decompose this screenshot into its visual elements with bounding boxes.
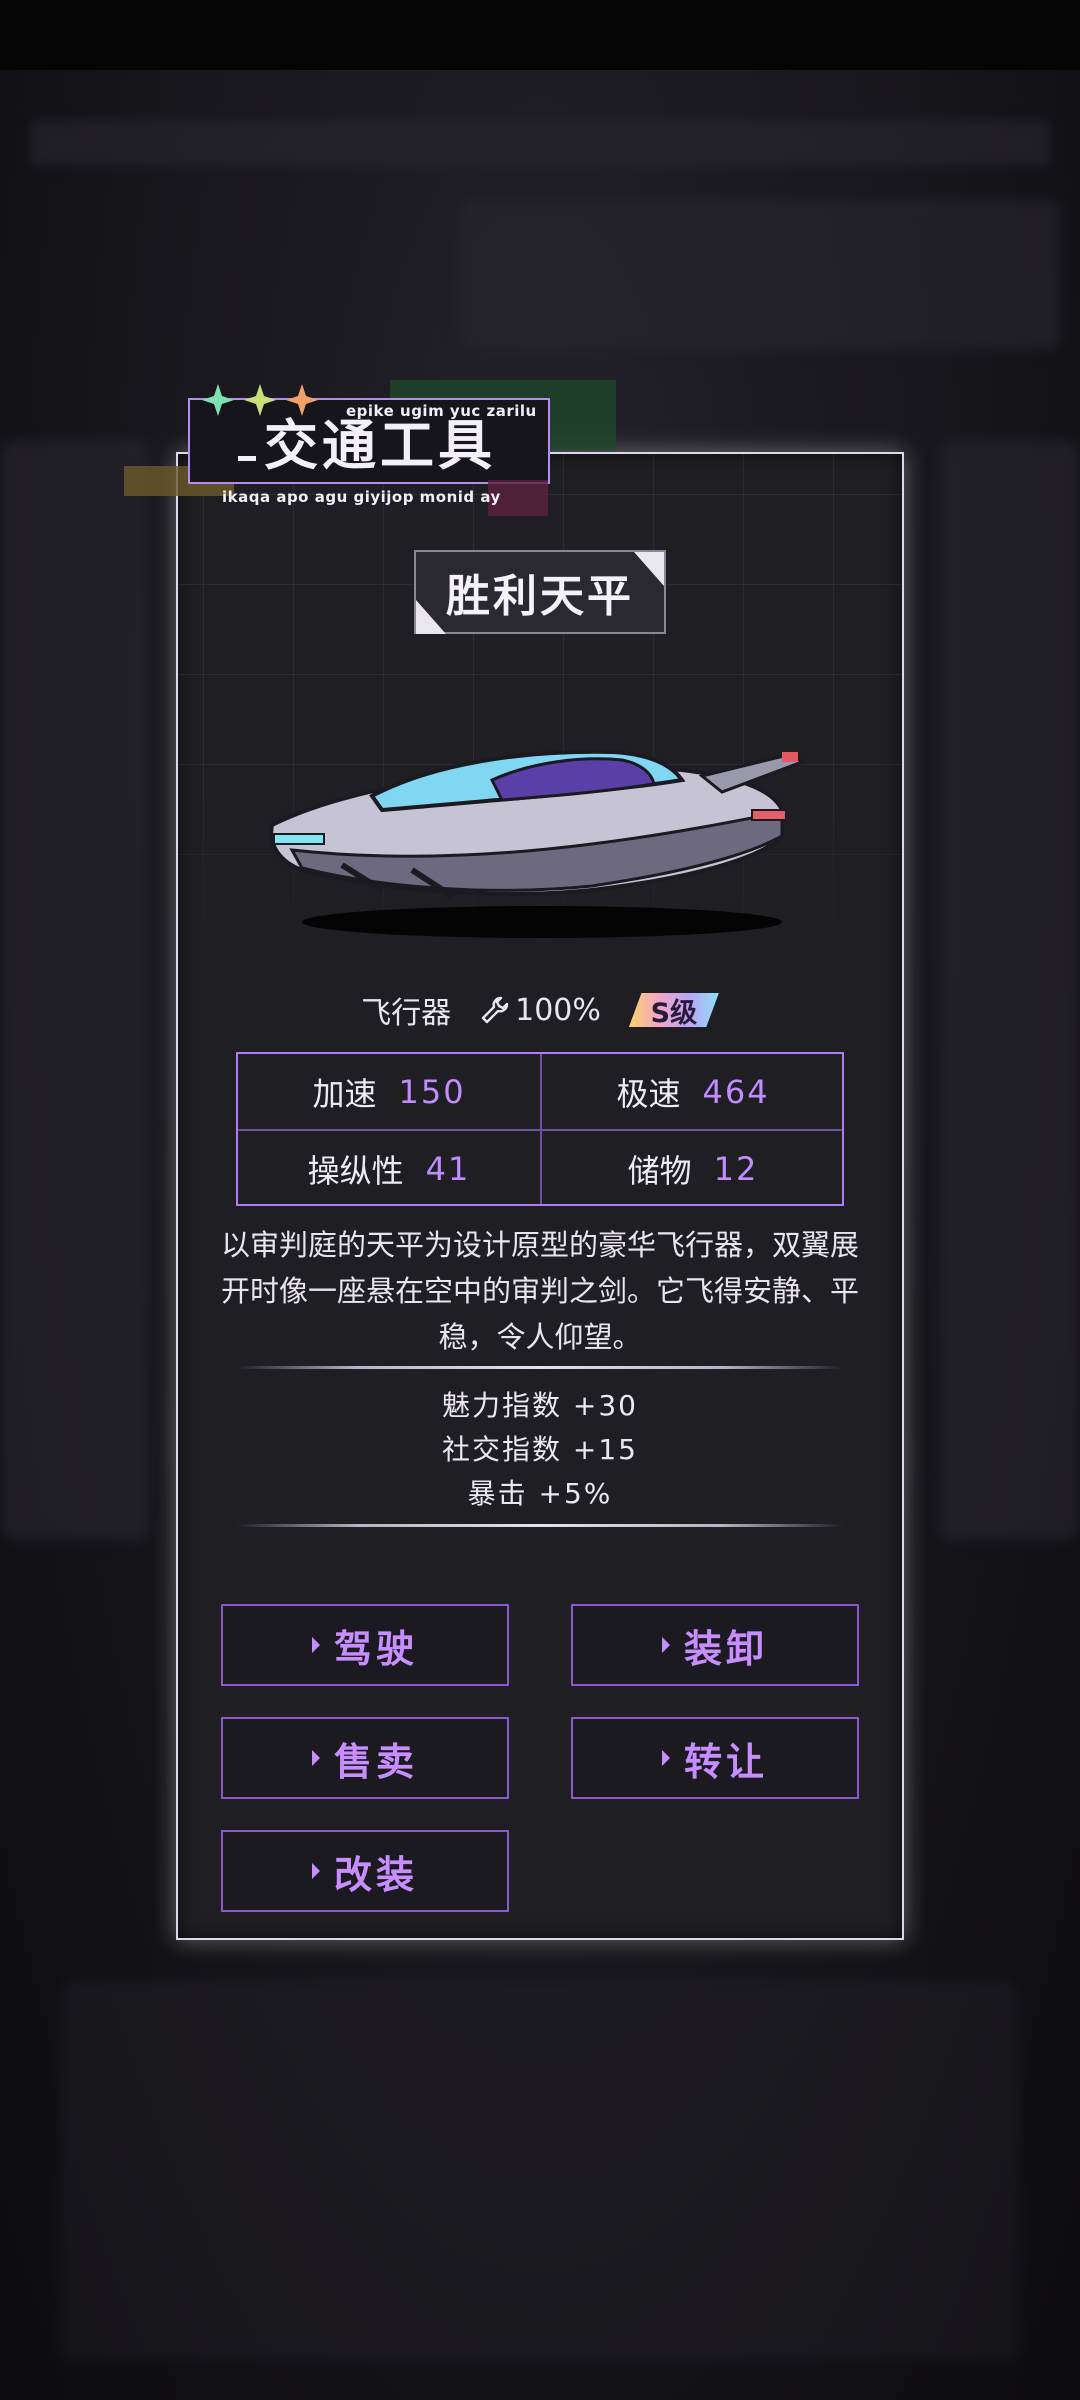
stat-storage: 储物 12 <box>542 1131 844 1206</box>
sell-button[interactable]: 售卖 <box>221 1717 509 1799</box>
vehicle-name: 胜利天平 <box>446 571 634 622</box>
vehicle-info-row: 飞行器 100% S级 <box>176 985 904 1035</box>
stat-value: 464 <box>702 1072 770 1111</box>
stats-table: 加速 150 极速 464 操纵性 41 储物 12 <box>236 1052 844 1206</box>
equip-button[interactable]: 装卸 <box>571 1604 859 1686</box>
transfer-button-label: 转让 <box>683 1739 768 1784</box>
stat-top-speed: 极速 464 <box>542 1054 844 1129</box>
divider-line <box>236 1524 844 1527</box>
transfer-button[interactable]: 转让 <box>571 1717 859 1799</box>
durability-value: 100% <box>515 992 601 1028</box>
arrow-right-icon <box>311 1863 320 1879</box>
stat-value: 12 <box>713 1149 759 1188</box>
arrow-right-icon <box>661 1637 670 1653</box>
sell-button-label: 售卖 <box>333 1739 418 1784</box>
arrow-right-icon <box>311 1750 320 1766</box>
stat-handling: 操纵性 41 <box>238 1131 540 1206</box>
stat-value: 41 <box>425 1149 471 1188</box>
wrench-icon <box>481 996 509 1024</box>
category-title: 交通工具 <box>264 414 496 477</box>
bonus-social: 社交指数 +15 <box>442 1433 638 1466</box>
durability: 100% <box>479 993 601 1028</box>
stat-label: 极速 <box>616 1074 681 1113</box>
vehicle-type: 飞行器 <box>361 996 452 1031</box>
background-left-column <box>0 440 150 1540</box>
vehicle-name-box: 胜利天平 <box>414 550 666 634</box>
arrow-right-icon <box>661 1750 670 1766</box>
stat-label: 操纵性 <box>307 1151 404 1190</box>
modify-button[interactable]: 改装 <box>221 1830 509 1912</box>
flying-car-image <box>269 749 805 938</box>
modify-button-label: 改装 <box>333 1852 418 1897</box>
drive-button[interactable]: 驾驶 <box>221 1604 509 1686</box>
stat-acceleration: 加速 150 <box>238 1054 540 1129</box>
background-top-cards <box>460 200 1060 350</box>
grade-badge: S级 <box>628 993 719 1027</box>
stat-value: 150 <box>398 1072 466 1111</box>
arrow-right-icon <box>311 1637 320 1653</box>
category-subtitle-bottom: ikaqa apo agu giyijop monid ay <box>222 488 501 506</box>
stat-label: 加速 <box>312 1074 377 1113</box>
background-toolbar <box>30 120 1050 166</box>
drive-button-label: 驾驶 <box>333 1626 418 1671</box>
background-right-column <box>940 440 1080 1540</box>
category-dash <box>238 456 256 461</box>
equip-button-label: 装卸 <box>683 1626 768 1671</box>
background-bottom-area <box>60 1980 1020 2360</box>
top-bar-dimmed <box>0 0 1080 70</box>
stat-label: 储物 <box>627 1151 692 1190</box>
vehicle-description: 以审判庭的天平为设计原型的豪华飞行器，双翼展开时像一座悬在空中的审判之剑。它飞得… <box>220 1228 859 1354</box>
bonus-charm: 魅力指数 +30 <box>442 1389 638 1422</box>
bonus-crit: 暴击 +5% <box>467 1477 613 1510</box>
divider-line <box>236 1366 844 1369</box>
